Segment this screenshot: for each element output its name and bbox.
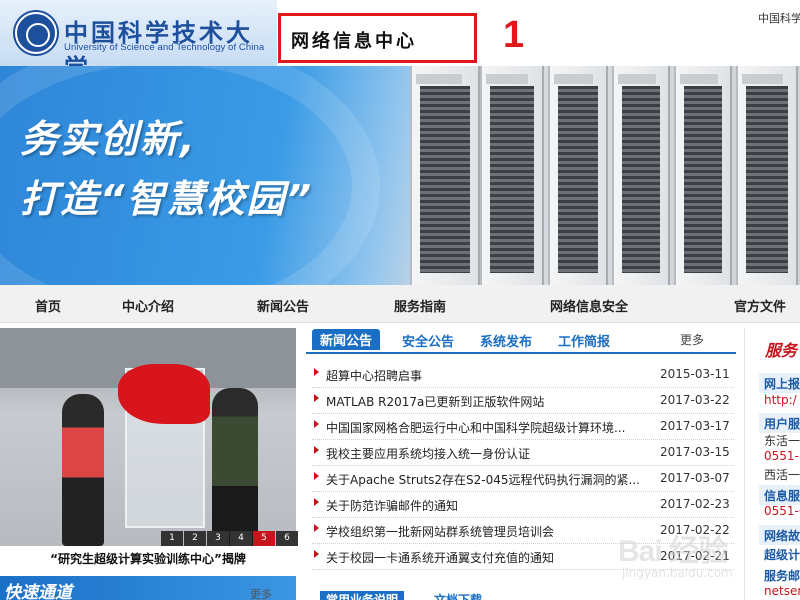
watermark: Bai 经验 jingyan.baidu.com [618,526,768,586]
bullet-arrow-icon [314,550,319,558]
server-rack-image [736,66,798,285]
center-title-highlight-box: 网络信息中心 [278,13,477,63]
tab-security-announcements[interactable]: 安全公告 [402,331,454,350]
list-item[interactable]: 中国国家网格合肥运行中心和中国科学院超级计算环境... 2017-03-17 [312,414,734,440]
nav-item-home[interactable]: 首页 [35,296,61,315]
tab-news-announcements[interactable]: 新闻公告 [312,329,381,350]
server-rack-image [480,66,544,285]
service-item[interactable]: 网上报 [764,375,800,392]
service-item[interactable]: 网络故 [764,527,800,544]
news-title[interactable]: 关于校园一卡通系统开通翼支付充值的通知 [326,549,646,566]
news-title[interactable]: MATLAB R2017a已更新到正版软件网站 [326,393,646,410]
bullet-arrow-icon [314,368,319,376]
news-date: 2017-03-07 [660,471,730,485]
server-rack-image [674,66,732,285]
slide-dot[interactable]: 3 [207,531,229,546]
university-seal-icon [15,12,57,54]
service-phone: 0551-6 [764,504,800,518]
service-phone: 0551- [764,449,799,463]
tab-document-download[interactable]: 文档下载 [434,591,482,600]
watermark-url: jingyan.baidu.com [622,566,733,580]
slide-dot[interactable]: 2 [184,531,206,546]
list-item[interactable]: 关于Apache Struts2存在S2-045远程代码执行漏洞的紧... 20… [312,466,734,492]
tab-common-business[interactable]: 常用业务说明 [320,591,405,600]
university-name-en: University of Science and Technology of … [64,42,265,53]
slide-pagination: 1 2 3 4 5 6 [160,531,298,546]
server-rack-image [410,66,480,285]
news-date: 2017-03-15 [660,445,730,459]
news-tab-bar: 新闻公告 安全公告 系统发布 工作简报 [306,328,736,354]
slide-dot-active[interactable]: 5 [253,531,275,546]
site-header: 中国科学技术大学 University of Science and Techn… [0,0,800,82]
news-photo[interactable] [0,328,296,546]
red-cloth [118,364,210,424]
tab-system-releases[interactable]: 系统发布 [480,331,532,350]
news-title[interactable]: 超算中心招聘启事 [326,367,646,384]
service-link[interactable]: http:/ [764,393,797,407]
service-item[interactable]: 超级计 [764,546,800,563]
nav-item-official-docs[interactable]: 官方文件 [734,296,786,315]
nav-item-about[interactable]: 中心介绍 [122,296,174,315]
server-rack-image [548,66,608,285]
quick-access-title: 快速通道 [4,583,72,600]
center-title[interactable]: 网络信息中心 [291,27,417,53]
person-figure [212,388,258,546]
main-nav: 首页 中心介绍 新闻公告 服务指南 网络信息安全 官方文件 [0,285,800,323]
service-item: 东活一 [764,434,800,448]
bullet-arrow-icon [314,498,319,506]
bullet-arrow-icon [314,472,319,480]
news-date: 2017-03-17 [660,419,730,433]
news-title[interactable]: 我校主要应用系统均接入统一身份认证 [326,445,646,462]
slide-dot[interactable]: 1 [161,531,183,546]
news-title[interactable]: 关于防范诈骗邮件的通知 [326,497,646,514]
slide-dot[interactable]: 6 [276,531,298,546]
bullet-arrow-icon [314,446,319,454]
service-item[interactable]: 信息服 [764,487,800,504]
list-item[interactable]: 我校主要应用系统均接入统一身份认证 2017-03-15 [312,440,734,466]
person-figure [62,394,104,546]
news-date: 2017-02-23 [660,497,730,511]
banner-slogan-line2: 打造“智慧校园” [20,177,313,221]
bottom-tab-bar: 常用业务说明 文档下载 [306,588,736,600]
news-more-link[interactable]: 更多 [680,331,704,348]
service-item[interactable]: 服务邮 [764,567,800,584]
list-item[interactable]: 超算中心招聘启事 2015-03-11 [312,362,734,388]
list-item[interactable]: MATLAB R2017a已更新到正版软件网站 2017-03-22 [312,388,734,414]
news-title[interactable]: 中国国家网格合肥运行中心和中国科学院超级计算环境... [326,419,646,436]
service-panel-title: 服务 [765,341,798,360]
annotation-number: 1 [503,14,525,56]
slide-dot[interactable]: 4 [230,531,252,546]
server-rack-image [612,66,670,285]
banner-slogan-line1: 务实创新, [20,117,197,161]
bullet-arrow-icon [314,420,319,428]
watermark-logo: Bai 经验 [618,535,728,568]
bullet-arrow-icon [314,394,319,402]
list-item[interactable]: 关于防范诈骗邮件的通知 2017-02-23 [312,492,734,518]
nav-item-news[interactable]: 新闻公告 [257,296,309,315]
university-logo[interactable]: 中国科学技术大学 University of Science and Techn… [0,0,277,82]
news-title[interactable]: 学校组织第一批新网站群系统管理员培训会 [326,523,646,540]
tab-work-briefs[interactable]: 工作简报 [558,331,610,350]
news-date: 2017-03-22 [660,393,730,407]
top-right-link[interactable]: 中国科学 [758,10,800,26]
bullet-arrow-icon [314,524,319,532]
quick-access-more-link[interactable]: 更多 [250,586,272,600]
nav-item-network-security[interactable]: 网络信息安全 [550,296,628,315]
photo-caption[interactable]: “研究生超级计算实验训练中心”揭牌 [0,550,296,567]
nav-item-service-guide[interactable]: 服务指南 [394,296,446,315]
news-date: 2015-03-11 [660,367,730,381]
news-title[interactable]: 关于Apache Struts2存在S2-045远程代码执行漏洞的紧... [326,471,646,488]
hero-banner: 务实创新, 打造“智慧校园” [0,66,800,285]
service-email[interactable]: netser [764,584,800,598]
service-item: 西活一 [764,468,800,482]
service-item[interactable]: 用户服 [764,415,800,432]
